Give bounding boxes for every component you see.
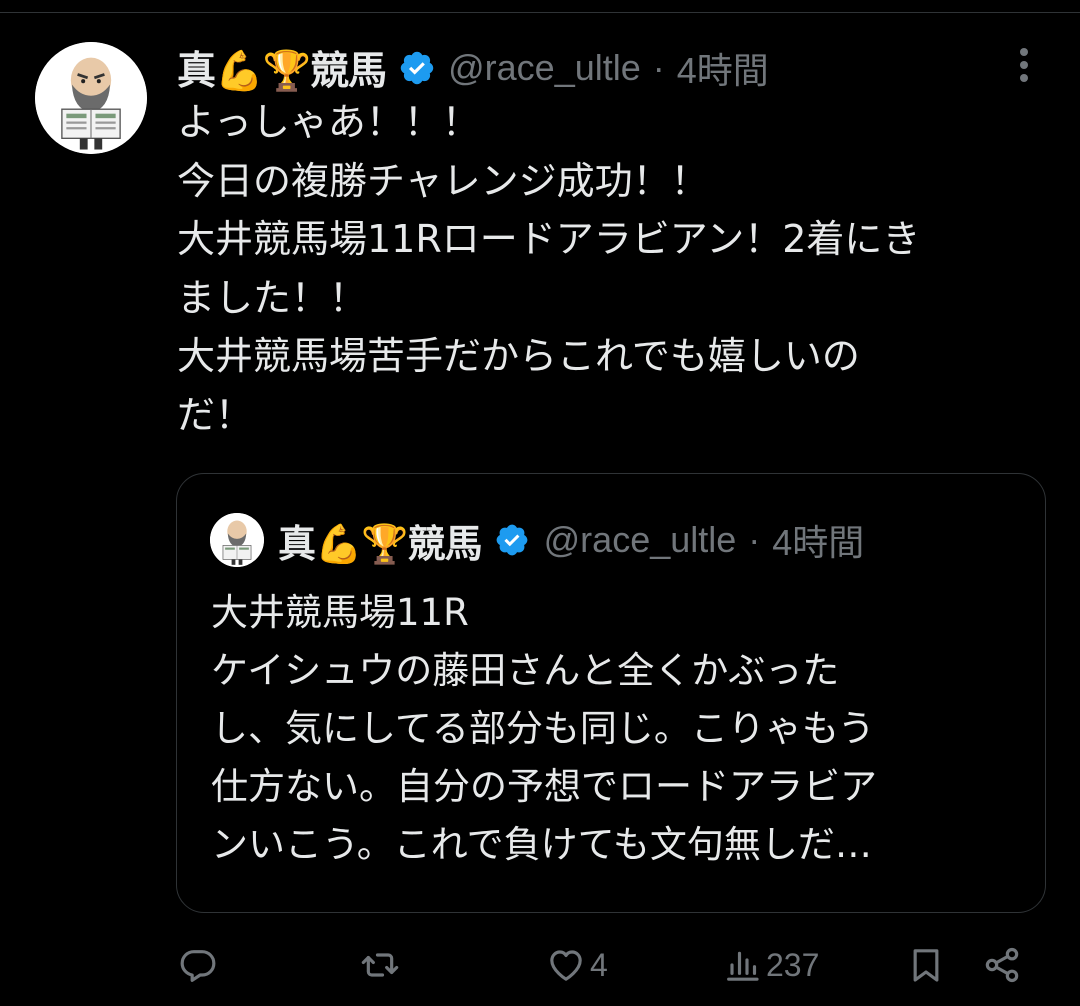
action-bar: 4 237 — [0, 935, 1080, 995]
reply-button[interactable] — [178, 943, 218, 987]
retweet-icon — [361, 953, 399, 977]
quoted-author-display-name: 真💪🏆競馬 — [278, 521, 483, 566]
views-icon — [727, 951, 759, 981]
author-handle[interactable]: @race_ultle — [448, 47, 641, 89]
top-divider — [0, 12, 1080, 13]
heart-icon — [550, 950, 582, 981]
avatar-illustration — [210, 513, 264, 567]
separator-dot: · — [652, 47, 665, 88]
quoted-tweet-header: 真💪🏆競馬 @race_ultle · 4時間 — [210, 512, 864, 568]
tweet-text: よっしゃあ！！！ 今日の複勝チャレンジ成功！！ 大井競馬場11Rロードアラビアン… — [177, 93, 1037, 444]
tweet-header: 真💪🏆競馬 @race_ultle · 4時間 — [177, 38, 769, 98]
tweet-text-line: だ！ — [177, 392, 254, 437]
quoted-text-line: ケイシュウの藤田さんと全くかぶった — [211, 649, 840, 692]
quoted-author-avatar — [210, 513, 264, 567]
reply-icon — [180, 950, 216, 982]
quoted-author-handle: @race_ultle — [543, 519, 737, 560]
tweet-text-line: 大井競馬場苦手だからこれでも嬉しいの — [177, 334, 860, 378]
verified-badge-icon — [496, 524, 528, 556]
view-count: 237 — [766, 946, 820, 983]
tweet-text-line: 大井競馬場11Rロードアラビアン！2着にき — [177, 217, 921, 261]
tweet-text-line: ました！！ — [177, 275, 368, 320]
tweet-text-line: 今日の複勝チャレンジ成功！！ — [177, 158, 709, 203]
author-avatar[interactable] — [35, 42, 147, 154]
retweet-button[interactable] — [360, 943, 400, 987]
views-button[interactable]: 237 — [722, 943, 819, 987]
verified-badge-icon — [400, 51, 434, 85]
bookmark-button[interactable] — [906, 943, 946, 987]
quoted-text-line: 仕方ない。自分の予想でロードアラビア — [211, 765, 877, 808]
quoted-tweet-timestamp: 4時間 — [772, 522, 865, 563]
bookmark-icon — [913, 949, 939, 982]
like-count: 4 — [590, 946, 608, 983]
like-button[interactable]: 4 — [546, 943, 608, 987]
separator-dot: · — [748, 519, 761, 560]
quoted-tweet-card[interactable]: 真💪🏆競馬 @race_ultle · 4時間 大井競馬場11R ケイシュウの藤… — [176, 473, 1046, 913]
quoted-text-line: ンいこう。これで負けても文句無しだ… — [211, 823, 872, 866]
avatar-illustration — [35, 42, 147, 154]
tweet-timestamp[interactable]: 4時間 — [677, 42, 769, 94]
quoted-text-line: し、気にしてる部分も同じ。こりゃもう — [211, 707, 875, 750]
author-display-name[interactable]: 真💪🏆競馬 — [177, 40, 387, 96]
tweet-text-line: よっしゃあ！！！ — [177, 100, 480, 144]
quoted-tweet-text: 大井競馬場11R ケイシュウの藤田さんと全くかぶった し、気にしてる部分も同じ。… — [211, 584, 1031, 874]
share-icon — [985, 947, 1019, 983]
more-icon[interactable] — [1014, 48, 1034, 82]
quoted-text-line: 大井競馬場11R — [211, 591, 469, 634]
share-button[interactable] — [982, 943, 1022, 987]
